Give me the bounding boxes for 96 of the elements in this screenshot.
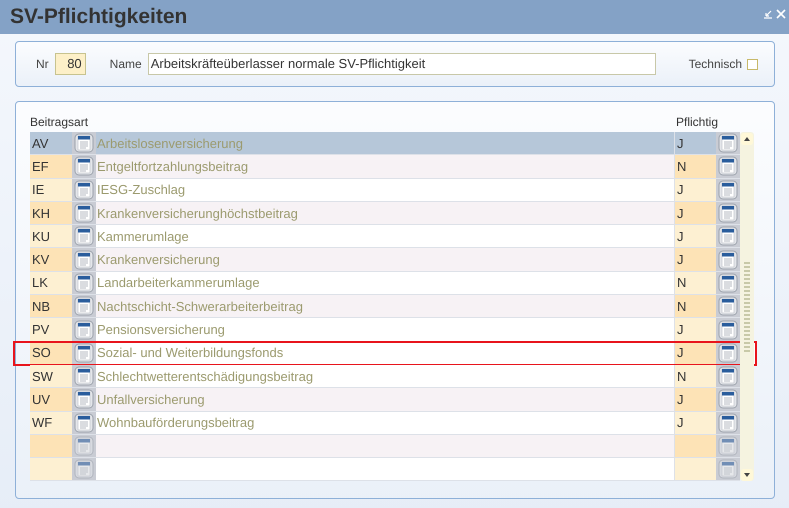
table-cell: SO	[32, 345, 51, 360]
document-icon[interactable]	[718, 296, 738, 316]
table-row[interactable]: KU Kammerumlage J	[30, 225, 740, 248]
table-cell: Kammerumlage	[97, 228, 189, 244]
document-icon[interactable]	[74, 156, 94, 176]
document-icon[interactable]	[74, 342, 94, 363]
table-row[interactable]: IE IESG-Zuschlag J	[30, 178, 740, 202]
document-icon[interactable]	[74, 389, 94, 410]
document-icon[interactable]	[74, 272, 94, 293]
table-cell: NB	[32, 298, 50, 314]
technisch-checkbox[interactable]	[747, 58, 758, 70]
table-cell: Sozial- und Weiterbildungsfonds	[97, 345, 284, 360]
table-cell: J	[677, 206, 684, 221]
table-cell: J	[677, 345, 684, 360]
table-cell: N	[677, 298, 686, 314]
table-cell: WF	[32, 415, 52, 430]
minimize-icon[interactable]	[763, 9, 773, 19]
table-cell: J	[677, 252, 684, 268]
table-cell: KU	[32, 228, 50, 244]
table-cell: PV	[32, 322, 50, 338]
document-icon[interactable]	[718, 180, 738, 200]
nr-label: Nr	[36, 57, 49, 71]
document-icon[interactable]	[718, 436, 738, 456]
table-cell: J	[677, 322, 684, 338]
table-cell: N	[677, 158, 686, 174]
table-row[interactable]: SW Schlechtwetterentschädigungsbeitrag N	[30, 364, 740, 388]
table-cell: J	[677, 182, 684, 198]
table-cell: Landarbeiterkammerumlage	[97, 275, 260, 290]
table-row[interactable]: KH Krankenversicherunghöchstbeitrag J	[30, 202, 740, 226]
table-cell: Entgeltfortzahlungsbeitrag	[97, 158, 248, 174]
document-icon[interactable]	[74, 436, 94, 456]
document-icon[interactable]	[74, 180, 94, 200]
table-cell: KH	[32, 206, 50, 221]
document-icon[interactable]	[74, 320, 94, 340]
scrollbar[interactable]	[740, 132, 754, 482]
document-icon[interactable]	[718, 320, 738, 340]
table-row[interactable]: SO Sozial- und Weiterbildungsfonds J	[14, 342, 756, 365]
document-icon[interactable]	[74, 226, 94, 246]
table-cell: N	[677, 275, 686, 290]
table-cell: N	[677, 368, 686, 384]
column-header: Pflichtig	[676, 115, 718, 129]
document-icon[interactable]	[718, 389, 738, 410]
column-header: Beitragsart	[30, 115, 90, 129]
table-cell: Pensionsversicherung	[97, 322, 225, 338]
document-icon[interactable]	[718, 203, 738, 224]
document-icon[interactable]	[74, 412, 94, 433]
table-cell: Wohnbauförderungsbeitrag	[97, 415, 254, 430]
table-cell: Schlechtwetterentschädigungsbeitrag	[97, 368, 314, 384]
document-icon[interactable]	[74, 296, 94, 316]
table-cell: IESG-Zuschlag	[97, 182, 186, 198]
document-icon[interactable]	[718, 366, 738, 386]
scroll-up-icon[interactable]	[741, 133, 753, 145]
name-field[interactable]: Arbeitskräfteüberlasser normale SV-Pflichtigkeit	[148, 53, 656, 75]
document-icon[interactable]	[74, 133, 94, 154]
document-icon[interactable]	[718, 250, 738, 270]
table-row[interactable]: LK Landarbeiterkammerumlage N	[30, 272, 740, 296]
table-cell: Krankenversicherung	[97, 252, 220, 268]
document-icon[interactable]	[74, 459, 94, 480]
table-cell: Nachtschicht-Schwerarbeiterbeitrag	[97, 298, 303, 314]
scroll-thumb-grip[interactable]	[744, 262, 750, 352]
table-cell: J	[677, 415, 684, 430]
name-label: Name	[110, 57, 142, 71]
table-cell: IE	[32, 182, 44, 198]
table-cell: EF	[32, 158, 49, 174]
table-cell: LK	[32, 275, 48, 290]
table-cell: SW	[32, 368, 53, 384]
table-row[interactable]: UV Unfallversicherung J	[30, 388, 740, 412]
nr-field[interactable]: 80	[54, 53, 86, 75]
window-title: SV-Pflichtigkeiten	[10, 5, 188, 29]
table-cell: Unfallversicherung	[97, 392, 205, 407]
document-icon[interactable]	[718, 342, 738, 363]
document-icon[interactable]	[718, 226, 738, 246]
document-icon[interactable]	[718, 412, 738, 433]
table-row[interactable]: NB Nachtschicht-Schwerarbeiterbeitrag N	[30, 295, 740, 318]
close-icon[interactable]	[776, 9, 786, 19]
document-icon[interactable]	[74, 366, 94, 386]
table-row[interactable]: WF Wohnbauförderungsbeitrag J	[30, 412, 740, 435]
document-icon[interactable]	[74, 250, 94, 270]
table-cell: KV	[32, 252, 50, 268]
table-cell: Arbeitslosenversicherung	[97, 136, 243, 151]
table-row[interactable]: AV Arbeitslosenversicherung J	[30, 132, 740, 156]
document-icon[interactable]	[718, 156, 738, 176]
table-row[interactable]: EF Entgeltfortzahlungsbeitrag N	[30, 155, 740, 179]
table-cell: J	[677, 228, 684, 244]
document-icon[interactable]	[718, 272, 738, 293]
table-cell: J	[677, 392, 684, 407]
table-cell: Krankenversicherunghöchstbeitrag	[97, 206, 298, 221]
document-icon[interactable]	[718, 133, 738, 154]
technisch-label: Technisch	[688, 57, 742, 71]
table-cell: UV	[32, 392, 50, 407]
scroll-down-icon[interactable]	[741, 469, 753, 482]
document-icon[interactable]	[74, 203, 94, 224]
table-cell: AV	[32, 136, 48, 151]
table-row[interactable]: KV Krankenversicherung J	[30, 248, 740, 272]
table-cell: J	[677, 136, 684, 151]
table-row[interactable]: PV Pensionsversicherung J	[30, 318, 740, 342]
